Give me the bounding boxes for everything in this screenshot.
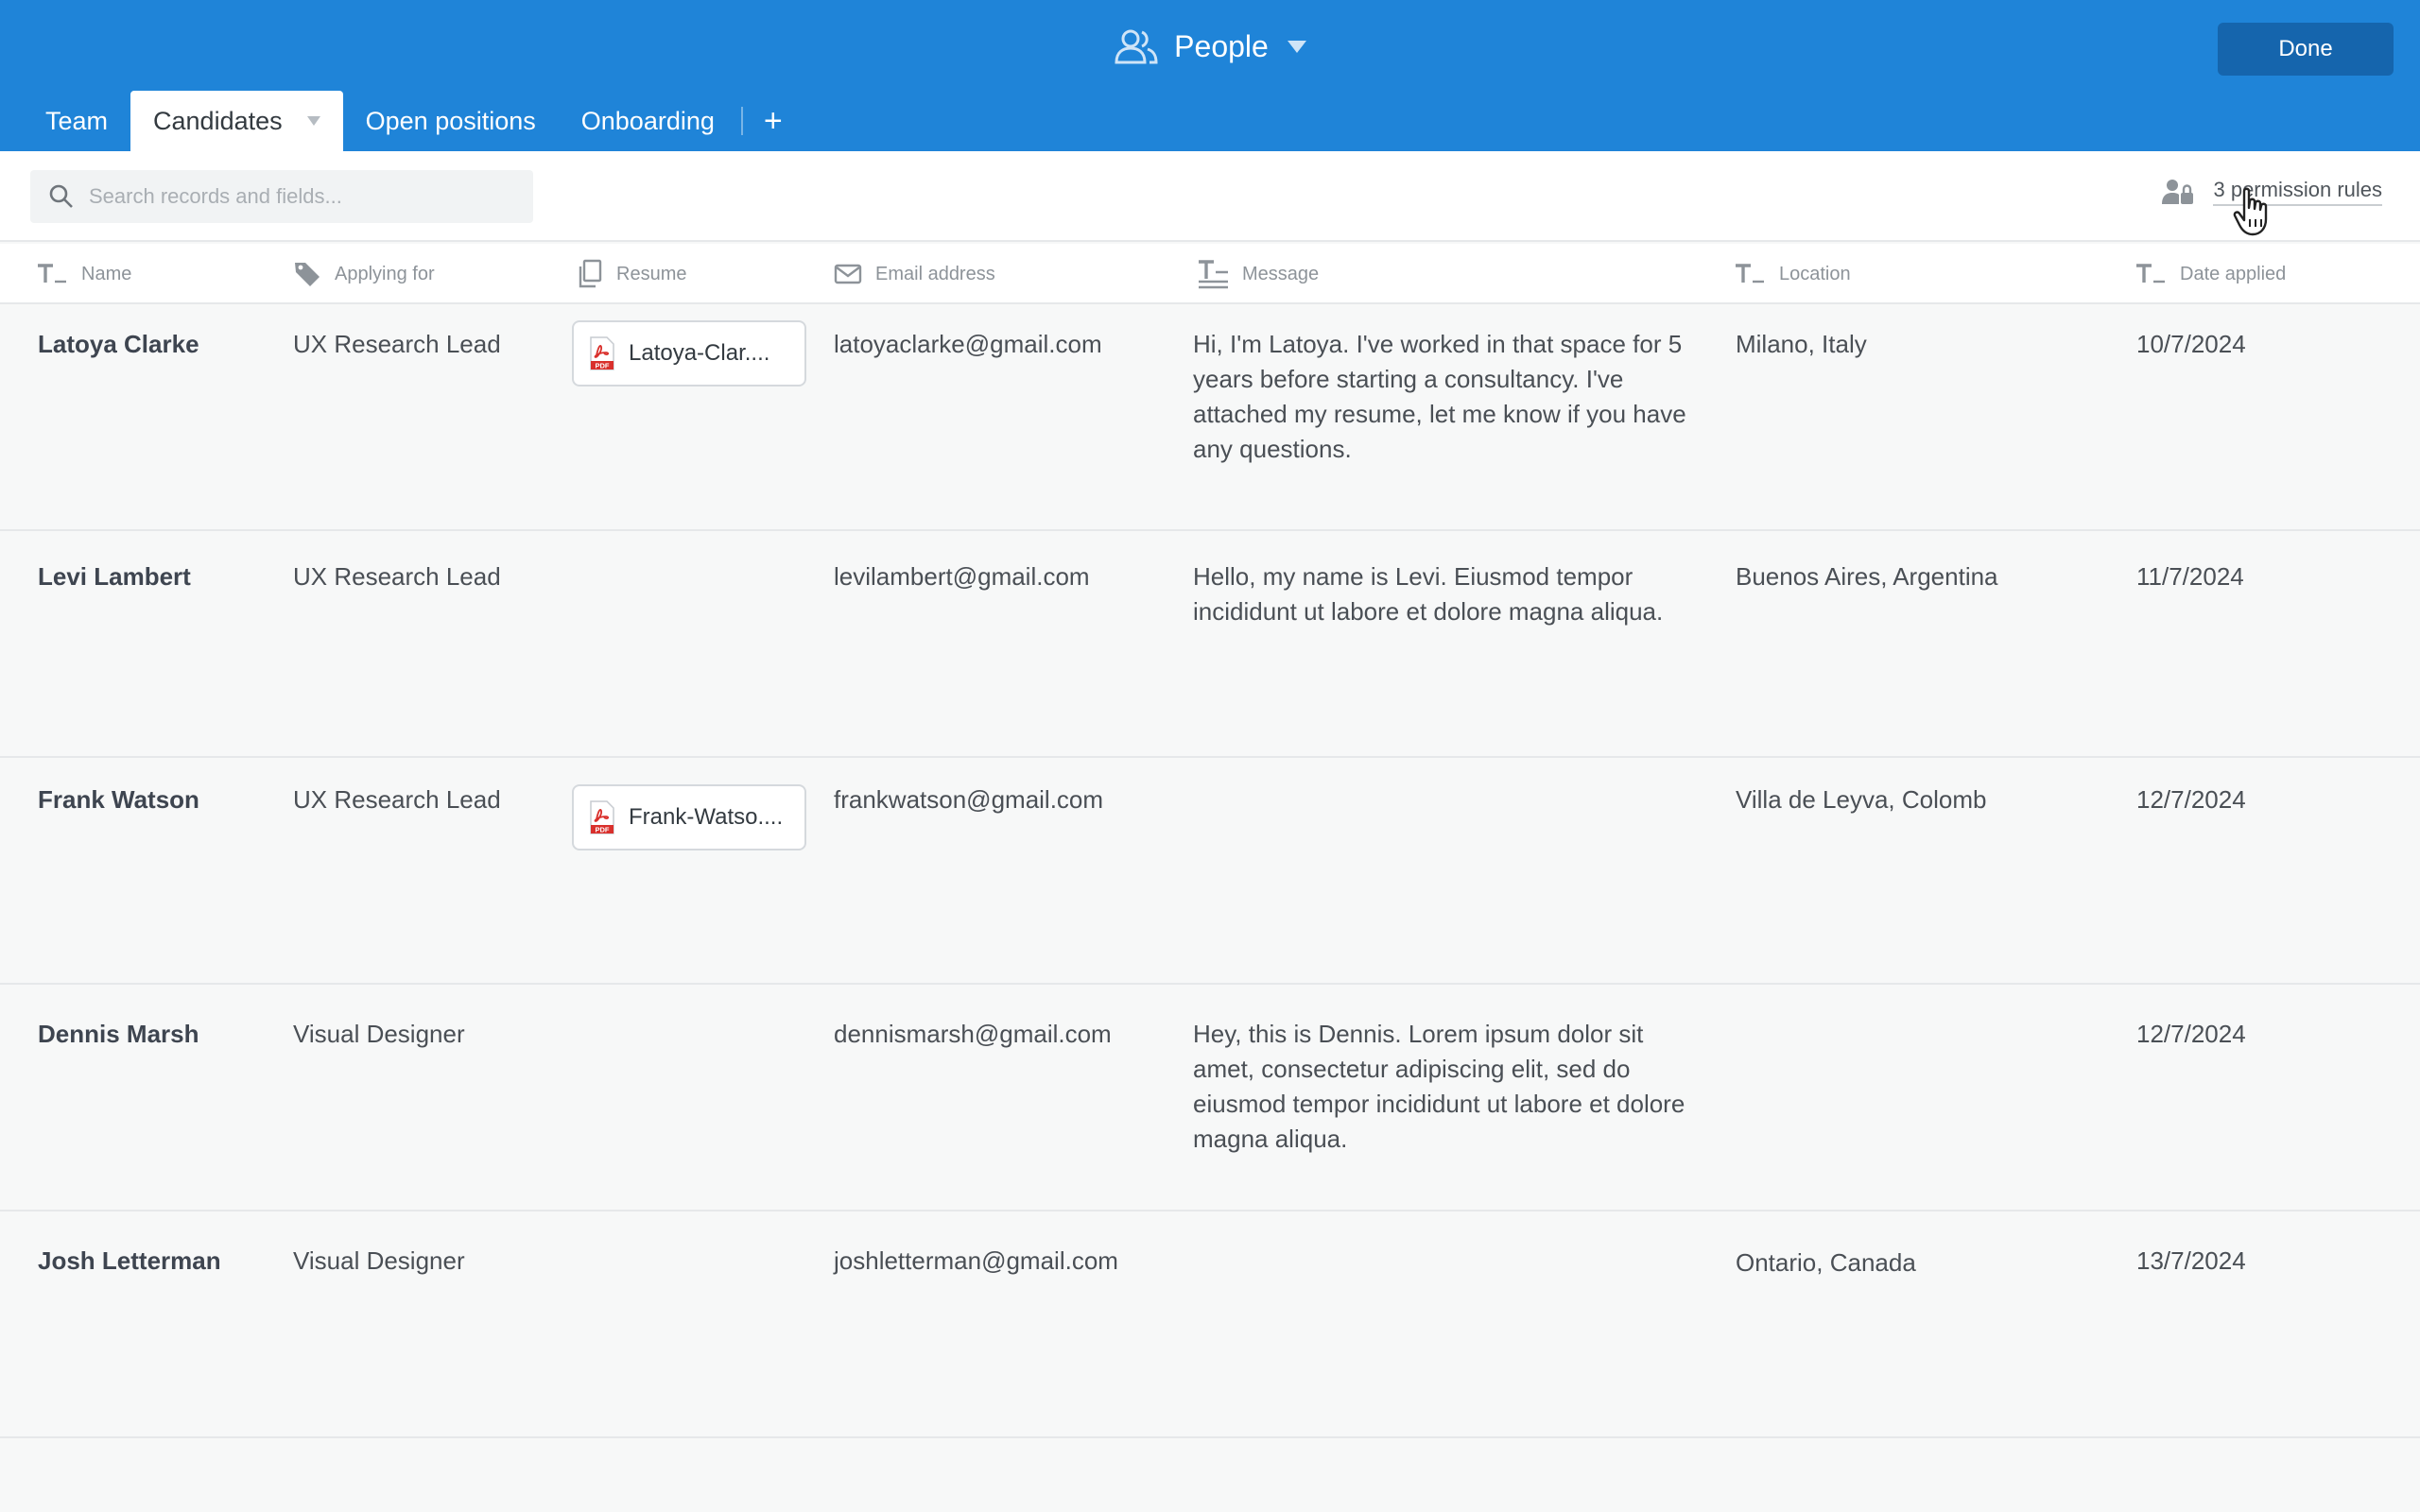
cell-applying-for: UX Research Lead: [293, 330, 501, 358]
tab-open-positions[interactable]: Open positions: [343, 91, 559, 151]
tab-bar: Team Candidates Open positions Onboardin…: [0, 91, 804, 151]
cell-name: Levi Lambert: [38, 562, 191, 591]
cell-applying-for: UX Research Lead: [293, 785, 501, 814]
pdf-file-icon: PDF: [590, 336, 614, 370]
cell-location: Villa de Leyva, Colomb: [1736, 785, 1987, 814]
cell-name: Dennis Marsh: [38, 1020, 199, 1048]
tab-candidates[interactable]: Candidates: [130, 91, 343, 151]
search-input[interactable]: [89, 184, 524, 209]
cell-name: Frank Watson: [38, 785, 199, 814]
cell-date-applied: 13/7/2024: [2136, 1246, 2246, 1275]
app-title-switcher[interactable]: People: [0, 21, 2420, 72]
cell-name: Josh Letterman: [38, 1246, 221, 1275]
resume-filename: Latoya-Clar....: [629, 340, 770, 366]
column-header-message[interactable]: Message: [1199, 244, 1319, 304]
resume-attachment[interactable]: PDF Frank-Watso....: [572, 784, 806, 850]
pdf-file-icon: PDF: [590, 800, 614, 834]
text-field-icon: [1736, 264, 1764, 284]
cell-date-applied: 11/7/2024: [2136, 562, 2244, 591]
top-bar: People Done Team Candidates Open positio…: [0, 0, 2420, 151]
tab-label: Open positions: [365, 106, 536, 135]
search-icon: [49, 184, 73, 208]
table-row[interactable]: Dennis Marsh Visual Designer dennismarsh…: [0, 985, 2420, 1211]
user-lock-icon: [2162, 180, 2194, 204]
resume-attachment[interactable]: PDF Latoya-Clar....: [572, 320, 806, 387]
cell-email: levilambert@gmail.com: [834, 562, 1090, 591]
svg-text:PDF: PDF: [596, 826, 610, 834]
tab-onboarding[interactable]: Onboarding: [559, 91, 737, 151]
cell-date-applied: 10/7/2024: [2136, 330, 2246, 358]
column-header-applying-for[interactable]: Applying for: [293, 244, 435, 304]
cell-name: Latoya Clarke: [38, 330, 199, 358]
cell-message: Hey, this is Dennis. Lorem ipsum dolor s…: [1193, 1020, 1685, 1153]
toolbar: 3 permission rules: [0, 151, 2420, 242]
column-label: Name: [81, 263, 132, 284]
cell-email: latoyaclarke@gmail.com: [834, 330, 1102, 358]
column-header-location[interactable]: Location: [1736, 244, 1851, 304]
cell-applying-for: Visual Designer: [293, 1246, 465, 1275]
search-box[interactable]: [30, 170, 533, 223]
resume-filename: Frank-Watso....: [629, 804, 784, 830]
cell-date-applied: 12/7/2024: [2136, 785, 2246, 814]
column-label: Date applied: [2180, 263, 2287, 284]
column-header-resume[interactable]: Resume: [577, 244, 686, 304]
column-label: Email address: [875, 263, 995, 284]
email-icon: [834, 264, 862, 284]
chevron-down-icon[interactable]: [306, 116, 320, 126]
cell-email: dennismarsh@gmail.com: [834, 1020, 1112, 1048]
column-header-name[interactable]: Name: [38, 244, 131, 304]
table-header: Name Applying for Resume Email address M…: [0, 244, 2420, 304]
hand-cursor-icon: [2233, 187, 2268, 236]
cell-applying-for: Visual Designer: [293, 1020, 465, 1048]
cell-location: Buenos Aires, Argentina: [1736, 562, 1998, 591]
cell-location: Ontario, Canada: [1736, 1248, 1916, 1277]
table-row[interactable]: Levi Lambert UX Research Lead levilamber…: [0, 531, 2420, 758]
column-label: Applying for: [335, 263, 435, 284]
add-tab-button[interactable]: +: [743, 91, 804, 151]
tab-label: Team: [45, 106, 109, 135]
tab-team[interactable]: Team: [0, 91, 130, 151]
cell-date-applied: 12/7/2024: [2136, 1020, 2246, 1048]
tab-label: Onboarding: [580, 106, 715, 135]
people-icon: [1115, 29, 1158, 64]
cell-email: joshletterman@gmail.com: [834, 1246, 1118, 1275]
svg-text:PDF: PDF: [596, 362, 610, 370]
cell-message: Hello, my name is Levi. Eiusmod tempor i…: [1193, 562, 1664, 626]
cell-location: Milano, Italy: [1736, 330, 1867, 358]
chevron-down-icon: [1287, 40, 1306, 53]
long-text-icon: [1199, 260, 1228, 289]
tag-icon: [295, 263, 320, 286]
tab-label: Candidates: [153, 106, 283, 135]
cell-applying-for: UX Research Lead: [293, 562, 501, 591]
table-row[interactable]: Frank Watson UX Research Lead PDF Frank-…: [0, 758, 2420, 985]
app-title: People: [1174, 28, 1269, 63]
table-row[interactable]: Josh Letterman Visual Designer joshlette…: [0, 1211, 2420, 1438]
column-header-email[interactable]: Email address: [834, 244, 995, 304]
column-label: Location: [1779, 263, 1851, 284]
column-label: Resume: [616, 263, 687, 284]
column-header-date-applied[interactable]: Date applied: [2136, 244, 2286, 304]
text-field-icon: [2136, 264, 2165, 284]
table-row[interactable]: Latoya Clarke UX Research Lead PDF Latoy…: [0, 304, 2420, 531]
cell-message: Hi, I'm Latoya. I've worked in that spac…: [1193, 330, 1686, 463]
cell-email: frankwatson@gmail.com: [834, 785, 1104, 814]
column-label: Message: [1242, 263, 1320, 284]
done-button[interactable]: Done: [2218, 23, 2394, 76]
attachment-icon: [579, 259, 602, 288]
text-field-icon: [38, 264, 66, 284]
